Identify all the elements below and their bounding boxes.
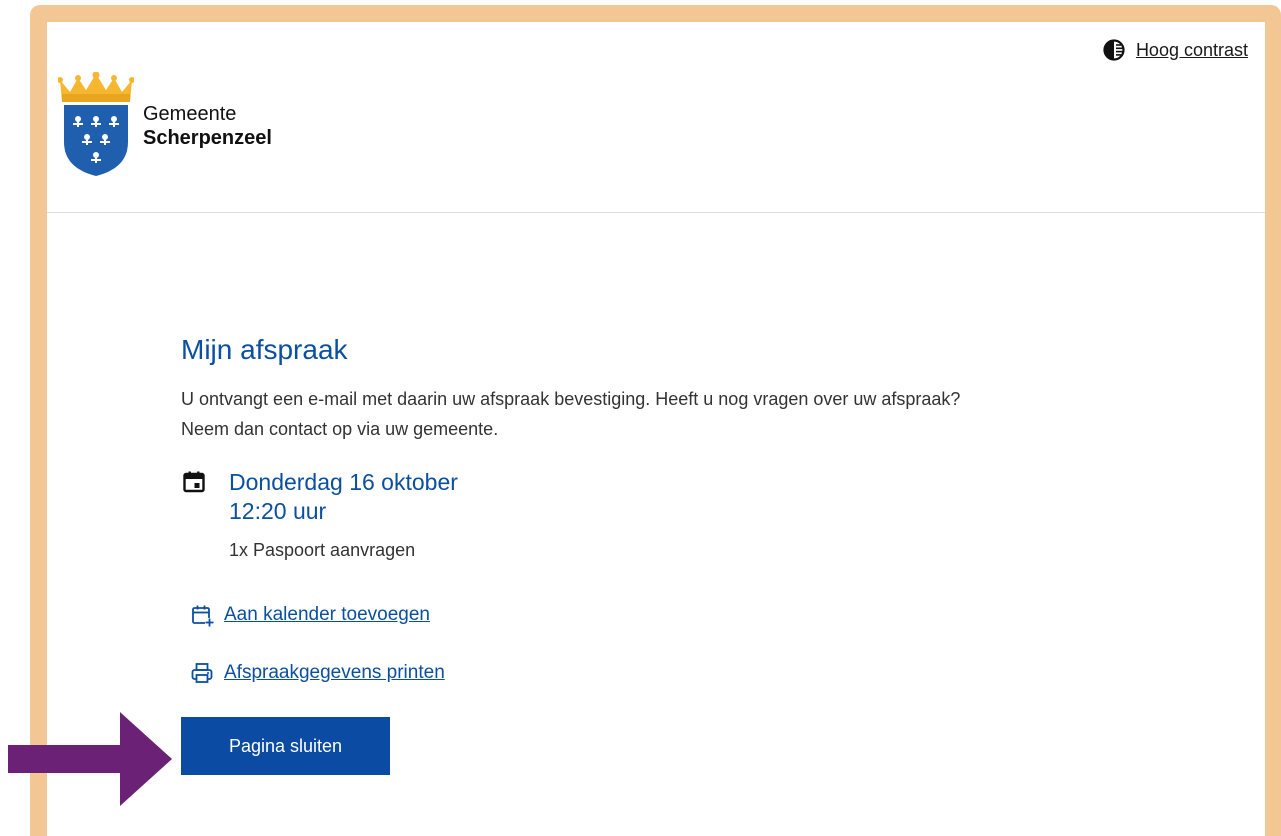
intro-line-2: Neem dan contact op via uw gemeente. [181,419,499,439]
calendar-add-icon [192,605,214,627]
print-details-link[interactable]: Afspraakgegevens printen [190,661,1141,685]
high-contrast-label[interactable]: Hoog contrast [1136,40,1248,61]
contrast-icon [1103,39,1125,61]
calendar-icon [183,471,205,493]
add-to-calendar-label[interactable]: Aan kalender toevoegen [224,604,430,626]
logo-text: Gemeente Scherpenzeel [143,102,272,150]
appointment-details: Donderdag 16 oktober 12:20 uur 1x Paspoo… [181,468,1141,561]
pointer-arrow-icon [8,712,172,806]
page: Hoog contrast Gemeente Scherpenzeel Mijn… [47,22,1265,836]
printer-icon [191,663,213,683]
high-contrast-toggle[interactable]: Hoog contrast [1102,38,1248,62]
logo-line-scherpenzeel: Scherpenzeel [143,127,272,149]
add-to-calendar-link[interactable]: Aan kalender toevoegen [190,603,1141,627]
appointment-service: 1x Paspoort aanvragen [229,540,416,560]
municipality-logo[interactable]: Gemeente Scherpenzeel [58,72,272,178]
print-details-label[interactable]: Afspraakgegevens printen [224,662,445,684]
crest-icon [58,72,134,176]
appointment-time: 12:20 uur [229,498,327,524]
intro-text: U ontvangt een e-mail met daarin uw afsp… [181,384,1141,444]
logo-line-gemeente: Gemeente [143,103,237,125]
intro-line-1: U ontvangt een e-mail met daarin uw afsp… [181,389,961,409]
close-page-button[interactable]: Pagina sluiten [181,717,390,775]
appointment-date: Donderdag 16 oktober [229,469,458,495]
appointment-section: Mijn afspraak U ontvangt een e-mail met … [181,334,1141,775]
header: Hoog contrast Gemeente Scherpenzeel [47,22,1265,213]
page-title: Mijn afspraak [181,334,348,365]
